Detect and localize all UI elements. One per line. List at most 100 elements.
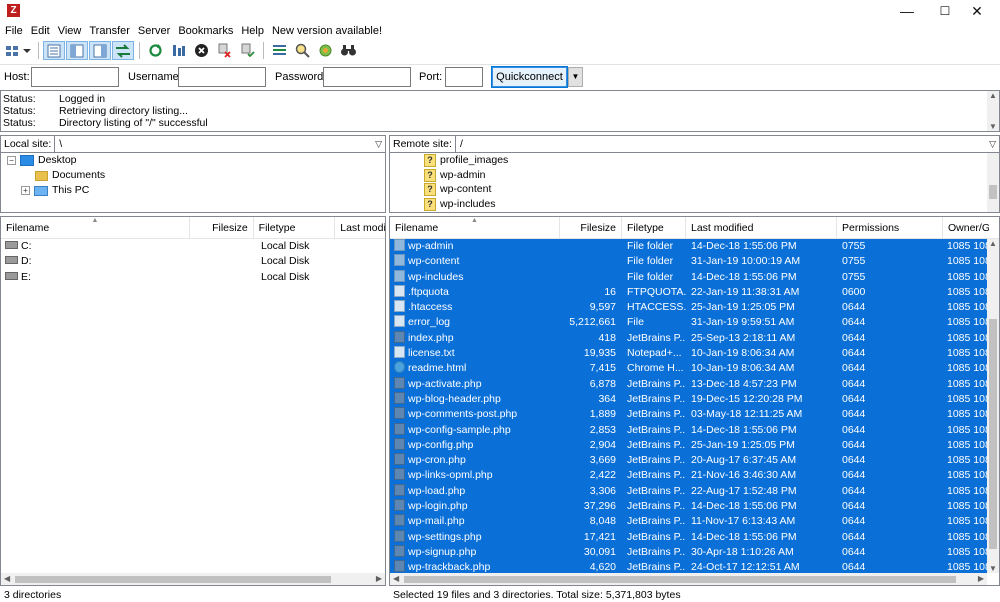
menu-bookmarks[interactable]: Bookmarks xyxy=(174,23,237,40)
table-row[interactable]: wp-cron.php 3,669 JetBrains P... 20-Aug-17 … xyxy=(390,453,987,469)
table-row[interactable]: wp-includes File folder 14-Dec-18 1:55:06 … xyxy=(390,269,987,285)
remote-vertical-scrollbar[interactable]: ▲ ▼ xyxy=(987,239,999,573)
table-row[interactable]: D: Local Disk xyxy=(1,254,385,269)
table-row[interactable]: wp-content File folder 31-Jan-19 10:00:19 … xyxy=(390,254,987,270)
table-row[interactable]: C: Local Disk xyxy=(1,239,385,254)
toggle-queue-button[interactable] xyxy=(112,41,134,60)
collapse-icon[interactable]: − xyxy=(7,156,16,165)
host-input[interactable] xyxy=(31,67,119,87)
scroll-thumb[interactable] xyxy=(989,319,997,549)
table-row[interactable]: wp-links-opml.php 2,422 JetBrains P... 21-N… xyxy=(390,468,987,484)
cancel-operation-button[interactable] xyxy=(190,41,212,60)
chevron-down-icon[interactable]: ▽ xyxy=(989,136,996,152)
scroll-right-icon[interactable]: ▶ xyxy=(978,574,984,583)
file-owner: 1085 1087 xyxy=(947,285,987,298)
file-name: readme.html xyxy=(408,362,467,375)
menu-new-version[interactable]: New version available! xyxy=(268,23,386,40)
site-manager-button[interactable] xyxy=(3,41,33,60)
scroll-left-icon[interactable]: ◀ xyxy=(393,574,399,583)
file-modified: 14-Dec-18 1:55:06 PM xyxy=(691,423,797,436)
remote-tree-scrollbar[interactable] xyxy=(987,153,999,212)
close-button[interactable]: ✕ xyxy=(954,0,1000,22)
scroll-right-icon[interactable]: ▶ xyxy=(376,574,382,583)
refresh-button[interactable] xyxy=(144,41,166,60)
disconnect-button[interactable] xyxy=(213,41,235,60)
local-horizontal-scrollbar[interactable]: ◀ ▶ xyxy=(1,573,385,585)
tree-item-this-pc[interactable]: + This PC xyxy=(21,183,89,198)
expand-icon[interactable]: + xyxy=(21,186,30,195)
search-remote-files-button[interactable] xyxy=(337,41,359,60)
chevron-down-icon[interactable]: ▽ xyxy=(375,136,382,152)
table-row[interactable]: wp-login.php 37,296 JetBrains P... 14-Dec-1… xyxy=(390,499,987,515)
scroll-left-icon[interactable]: ◀ xyxy=(4,574,10,583)
local-path-combo[interactable]: \ ▽ xyxy=(55,135,386,153)
port-input[interactable] xyxy=(445,67,483,87)
tree-item-profile-images[interactable]: ? profile_images xyxy=(424,153,508,168)
table-row[interactable]: error_log 5,212,661 File 31-Jan-19 9:59:51 … xyxy=(390,315,987,331)
column-last-modified[interactable]: Last modi xyxy=(335,217,385,239)
quickconnect-button[interactable]: Quickconnect xyxy=(491,66,568,88)
column-last-modified[interactable]: Last modified xyxy=(686,217,837,239)
scroll-up-icon[interactable]: ▲ xyxy=(989,239,997,248)
file-permissions: 0644 xyxy=(842,454,866,467)
log-scrollbar[interactable]: ▲ ▼ xyxy=(987,91,999,131)
process-queue-button[interactable] xyxy=(167,41,189,60)
table-row[interactable]: wp-activate.php 6,878 JetBrains P... 13-Dec… xyxy=(390,376,987,392)
tree-item-desktop[interactable]: − Desktop xyxy=(7,153,77,168)
table-row[interactable]: index.php 418 JetBrains P... 25-Sep-13 2:18… xyxy=(390,330,987,347)
tree-item-documents[interactable]: Documents xyxy=(35,168,105,183)
column-permissions[interactable]: Permissions xyxy=(837,217,943,239)
table-row[interactable]: license.txt 19,935 Notepad+... 10-Jan-19 8:… xyxy=(390,346,987,362)
toggle-local-tree-button[interactable] xyxy=(66,41,88,60)
table-row[interactable]: readme.html 7,415 Chrome H... 10-Jan-19 8:0… xyxy=(390,361,987,377)
scroll-thumb[interactable] xyxy=(15,576,331,583)
column-filesize[interactable]: Filesize xyxy=(190,217,254,239)
password-input[interactable] xyxy=(323,67,411,87)
toggle-log-button[interactable] xyxy=(43,41,65,60)
column-owner-group[interactable]: Owner/G xyxy=(943,217,989,239)
username-input[interactable] xyxy=(178,67,266,87)
username-label: Username: xyxy=(128,71,182,83)
scroll-thumb[interactable] xyxy=(989,185,997,199)
php-file-icon xyxy=(394,499,405,512)
table-row[interactable]: .ftpquota 16 FTPQUOTA... 22-Jan-19 11:38:31… xyxy=(390,284,987,301)
scroll-down-icon[interactable]: ▼ xyxy=(989,564,997,573)
tree-item-wp-admin[interactable]: ? wp-admin xyxy=(424,168,486,183)
tree-item-wp-content[interactable]: ? wp-content xyxy=(424,182,491,197)
table-row[interactable]: wp-config.php 2,904 JetBrains P... 25-Jan-1… xyxy=(390,437,987,454)
menu-edit[interactable]: Edit xyxy=(27,23,54,40)
menu-server[interactable]: Server xyxy=(134,23,174,40)
column-filename[interactable]: ▲ Filename xyxy=(1,217,190,239)
directory-listing-filters-button[interactable] xyxy=(268,41,290,60)
toggle-remote-tree-button[interactable] xyxy=(89,41,111,60)
menu-help[interactable]: Help xyxy=(237,23,268,40)
remote-horizontal-scrollbar[interactable]: ◀ ▶ xyxy=(390,573,987,585)
menu-file[interactable]: File xyxy=(0,23,27,40)
table-row[interactable]: wp-signup.php 30,091 JetBrains P... 30-Apr-… xyxy=(390,544,987,561)
tree-item-wp-includes[interactable]: ? wp-includes xyxy=(424,197,495,212)
table-row[interactable]: wp-load.php 3,306 JetBrains P... 22-Aug-17 … xyxy=(390,483,987,500)
column-filetype[interactable]: Filetype xyxy=(622,217,686,239)
directory-comparison-button[interactable] xyxy=(291,41,313,60)
file-type: Local Disk xyxy=(261,255,310,268)
table-row[interactable]: wp-config-sample.php 2,853 JetBrains P... 1… xyxy=(390,422,987,438)
remote-path-combo[interactable]: / ▽ xyxy=(455,135,1000,153)
scroll-thumb[interactable] xyxy=(404,576,956,583)
synchronized-browsing-button[interactable] xyxy=(314,41,336,60)
reconnect-button[interactable] xyxy=(236,41,258,60)
column-filename[interactable]: ▲ Filename xyxy=(390,217,560,239)
table-row[interactable]: wp-comments-post.php 1,889 JetBrains P... 0… xyxy=(390,407,987,423)
file-permissions: 0644 xyxy=(842,301,866,314)
table-row[interactable]: wp-admin File folder 14-Dec-18 1:55:06 PM 0… xyxy=(390,239,987,255)
menu-view[interactable]: View xyxy=(54,23,86,40)
table-row[interactable]: .htaccess 9,597 HTACCESS... 25-Jan-19 1:25:… xyxy=(390,300,987,316)
column-filesize[interactable]: Filesize xyxy=(560,217,622,239)
table-row[interactable]: wp-settings.php 17,421 JetBrains P... 14-De… xyxy=(390,529,987,545)
table-row[interactable]: E: Local Disk xyxy=(1,270,385,285)
menu-transfer[interactable]: Transfer xyxy=(85,23,134,40)
file-size: 37,296 xyxy=(583,500,616,513)
column-filetype[interactable]: Filetype xyxy=(254,217,336,239)
quickconnect-history-dropdown[interactable]: ▼ xyxy=(568,67,583,87)
table-row[interactable]: wp-mail.php 8,048 JetBrains P... 11-Nov-17 … xyxy=(390,514,987,530)
table-row[interactable]: wp-blog-header.php 364 JetBrains P... 19-De… xyxy=(390,391,987,408)
